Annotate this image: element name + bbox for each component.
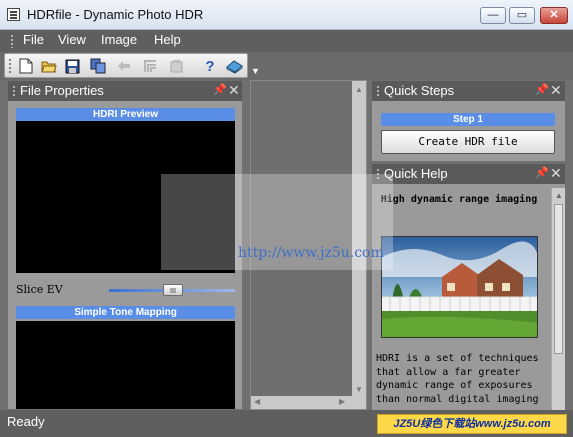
back-arrow-icon[interactable] [115,57,133,75]
watermark-url: http://www.jz5u.com [238,245,384,261]
help-line: HDRI is a set of techniques [376,353,539,364]
scroll-thumb[interactable] [554,204,563,354]
quick-help-text: HDRI is a set of techniques that allow a… [376,352,550,406]
new-file-icon[interactable] [17,57,35,75]
bottom-logo: JZ5U绿色下载站www.jz5u.com [377,414,567,434]
hdr-sample-image [381,236,538,338]
close-button[interactable]: ✕ [540,7,568,24]
slice-ev-label: Slice EV [16,283,63,296]
open-folder-icon[interactable] [40,57,58,75]
pin-icon[interactable]: 📌 [213,83,227,96]
scroll-up-icon[interactable]: ▲ [555,191,563,200]
copy-icon[interactable] [89,57,107,75]
create-hdr-button[interactable]: Create HDR file [381,130,555,154]
quick-help-title: Quick Help [384,166,448,181]
hdri-preview-bar: HDRI Preview [16,108,235,121]
status-text: Ready [7,414,45,429]
scroll-down-icon[interactable]: ▼ [355,385,363,394]
center-horizontal-scrollbar[interactable]: ◀ ▶ [251,396,352,409]
close-panel-icon[interactable]: ✕ [550,165,562,182]
quick-steps-header: Quick Steps 📌 ✕ [372,81,565,101]
menu-grip[interactable] [10,34,14,48]
save-icon[interactable] [63,57,81,75]
panel-grip[interactable] [12,85,16,98]
toolbar-grip[interactable] [8,58,12,73]
quick-help-scrollbar[interactable]: ▲ [551,188,565,410]
help-line: that allow a far greater [376,366,521,378]
slice-ev-thumb[interactable] [163,284,183,296]
scroll-left-icon[interactable]: ◀ [254,397,260,406]
quick-help-heading: High dynamic range imaging [380,194,538,205]
close-panel-icon[interactable]: ✕ [550,82,562,99]
menu-view[interactable]: View [56,32,88,47]
menu-file[interactable]: File [21,32,46,47]
file-properties-title: File Properties [20,83,104,98]
maximize-icon: ▭ [516,9,528,21]
quick-help-header: Quick Help 📌 ✕ [372,164,565,184]
help-icon[interactable]: ? [201,57,219,75]
app-icon[interactable] [7,8,20,21]
pin-icon[interactable]: 📌 [535,83,549,96]
tone-mapping-bar: Simple Tone Mapping [16,306,235,319]
close-icon: ✕ [549,9,559,21]
tone-mapping-area [16,321,235,409]
window-title: HDRfile - Dynamic Photo HDR [27,7,204,22]
panel-grip[interactable] [376,85,380,98]
layers-icon[interactable] [167,57,185,75]
scroll-right-icon[interactable]: ▶ [339,397,345,406]
toolbar: ? [4,53,248,78]
help-line: than normal digital imaging [376,393,539,405]
tone-icon[interactable] [141,57,159,75]
file-properties-header: File Properties 📌 ✕ [8,81,242,101]
book-icon[interactable] [225,57,243,75]
help-line: dynamic range of exposures [376,380,533,391]
minimize-button[interactable]: — [480,7,506,24]
step-label: Step 1 [381,113,555,126]
pin-icon[interactable]: 📌 [535,166,549,179]
menu-image[interactable]: Image [99,32,139,47]
close-panel-icon[interactable]: ✕ [228,82,240,99]
scroll-up-icon[interactable]: ▲ [355,85,363,94]
menu-help[interactable]: Help [152,32,183,47]
minimize-icon: — [487,9,499,21]
toolbar-overflow-icon[interactable]: ▼ [251,66,260,76]
maximize-button[interactable]: ▭ [509,7,535,24]
quick-steps-title: Quick Steps [384,83,455,98]
